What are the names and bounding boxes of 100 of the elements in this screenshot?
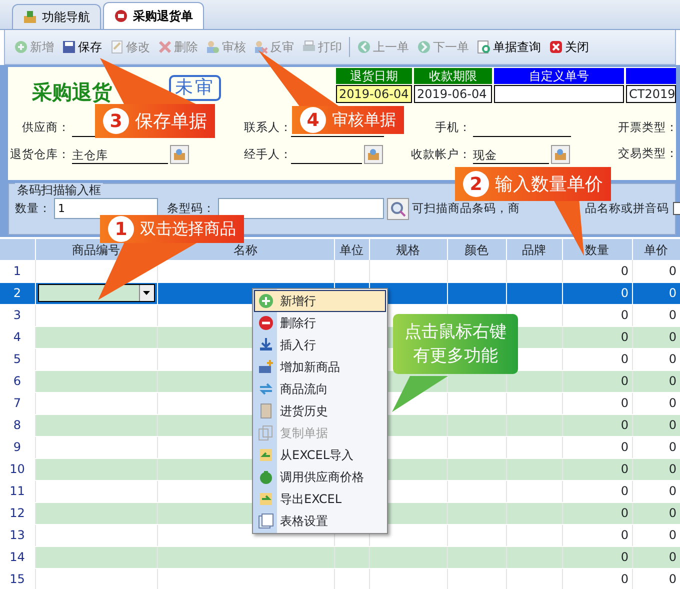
- date-field[interactable]: [494, 85, 624, 103]
- row-number[interactable]: 3: [0, 304, 35, 326]
- quantity-field[interactable]: 1: [54, 198, 158, 219]
- field-label: 交易类型：: [617, 145, 678, 162]
- document-icon: [258, 403, 274, 419]
- close-icon: [549, 40, 563, 54]
- stop-icon: [114, 9, 128, 23]
- callout-text: 保存单据: [135, 110, 207, 134]
- copy-icon: [258, 425, 274, 441]
- field-label: 数量：: [15, 200, 51, 217]
- menu-item[interactable]: 新增行: [254, 290, 386, 312]
- minus-icon: [258, 315, 274, 331]
- field-label: 退货仓库：: [9, 146, 70, 164]
- table-cell: 0: [620, 440, 628, 454]
- document-icon: [110, 40, 124, 54]
- table-cell: 0: [620, 528, 628, 542]
- tab[interactable]: 功能导航: [12, 4, 101, 29]
- lookup-button[interactable]: [364, 144, 383, 164]
- step-number: 1: [108, 216, 134, 242]
- callout-text: 双击选择商品: [140, 218, 236, 240]
- menu-item[interactable]: 进货历史: [254, 400, 386, 422]
- people-icon: [254, 40, 268, 54]
- tab[interactable]: 采购退货单: [103, 2, 204, 29]
- field-label: 收款帐户：: [410, 146, 471, 164]
- date-field[interactable]: 2019-06-04: [336, 85, 412, 103]
- caret-icon: [143, 291, 150, 295]
- box-icon: [258, 359, 274, 375]
- field-label: 联系人：: [244, 119, 289, 136]
- table-cell: 0: [668, 462, 676, 476]
- table-cell: 0: [668, 330, 676, 344]
- table-cell: 0: [620, 484, 628, 498]
- date-field[interactable]: 2019-06-04: [414, 85, 492, 103]
- menu-item[interactable]: 商品流向: [254, 378, 386, 400]
- table-cell: 0: [668, 352, 676, 366]
- field-label: 经手人：: [244, 146, 289, 164]
- toolbar-button[interactable]: 单据查询: [474, 36, 544, 58]
- date-field[interactable]: CT2019: [626, 85, 676, 103]
- step-number: 3: [103, 108, 129, 134]
- menu-item[interactable]: 表格设置: [254, 510, 386, 532]
- menu-item[interactable]: 导出EXCEL: [254, 488, 386, 510]
- table-cell: 0: [620, 418, 628, 432]
- picker-icon: [554, 148, 567, 160]
- row-number[interactable]: 2: [0, 282, 35, 304]
- coin-bag-icon: [258, 469, 274, 485]
- column-header[interactable]: 颜色: [447, 239, 506, 260]
- input-field[interactable]: 现金: [473, 148, 549, 164]
- column-label: 退货日期: [336, 68, 412, 84]
- plus-icon: [258, 293, 274, 309]
- table-cell: 0: [620, 352, 628, 366]
- group-label: 条码扫描输入框: [15, 183, 103, 197]
- column-header[interactable]: 规格: [369, 239, 447, 260]
- menu-item[interactable]: 增加新商品: [254, 356, 386, 378]
- dropdown-field[interactable]: [38, 284, 154, 302]
- table-cell: 0: [620, 330, 628, 344]
- column-label: 收款期限: [414, 68, 492, 84]
- toolbar-button[interactable]: 保存: [59, 36, 105, 58]
- input-field[interactable]: 主仓库: [72, 148, 168, 164]
- toolbar-button[interactable]: 关闭: [546, 36, 592, 58]
- table-cell: 0: [668, 484, 676, 498]
- table-cell: 0: [668, 308, 676, 322]
- column-header[interactable]: 单价: [632, 239, 680, 260]
- menu-item[interactable]: 插入行: [254, 334, 386, 356]
- menu-item[interactable]: 调用供应商价格: [254, 466, 386, 488]
- lookup-button[interactable]: [551, 144, 570, 164]
- picker-icon: [173, 148, 186, 160]
- callout-text: 输入数量单价: [495, 172, 603, 196]
- hint-text: 可扫描商品条码，商: [412, 200, 520, 217]
- search-button[interactable]: [387, 198, 409, 220]
- hint-text: 品名称或拼音码: [585, 200, 669, 217]
- hint-tooltip: 点击鼠标右键有更多功能: [393, 314, 518, 374]
- step-number: 4: [300, 107, 326, 133]
- printer-icon: [302, 40, 316, 54]
- field-label: 条型码：: [167, 200, 215, 217]
- export-icon: [258, 491, 274, 507]
- table-cell: 0: [668, 396, 676, 410]
- tooltip-pointer: [392, 376, 448, 412]
- import-icon: [258, 447, 274, 463]
- column-label: 自定义单号: [494, 68, 624, 84]
- column-header[interactable]: 品牌: [506, 239, 562, 260]
- search-icon: [390, 201, 406, 217]
- table-cell: 0: [620, 396, 628, 410]
- column-header[interactable]: 数量: [562, 239, 632, 260]
- tooltip-pointer: [553, 199, 584, 256]
- menu-item[interactable]: 删除行: [254, 312, 386, 334]
- barcode-field[interactable]: [218, 198, 384, 219]
- table-cell: 0: [668, 264, 676, 278]
- table-cell: 0: [668, 440, 676, 454]
- table-cell: 0: [668, 528, 676, 542]
- column-header[interactable]: 单位: [334, 239, 369, 260]
- field-label: 供应商：: [21, 119, 70, 136]
- menu-item[interactable]: 从EXCEL导入: [254, 444, 386, 466]
- callout-text: 审核单据: [332, 109, 396, 131]
- lookup-button[interactable]: [170, 144, 189, 164]
- table-cell: 0: [620, 506, 628, 520]
- table-cell: 0: [668, 418, 676, 432]
- plus-icon: [14, 40, 28, 54]
- table-cell: 0: [668, 286, 676, 300]
- table-cell: 0: [668, 374, 676, 388]
- cross-icon: [158, 40, 172, 54]
- row-number[interactable]: 1: [0, 260, 35, 282]
